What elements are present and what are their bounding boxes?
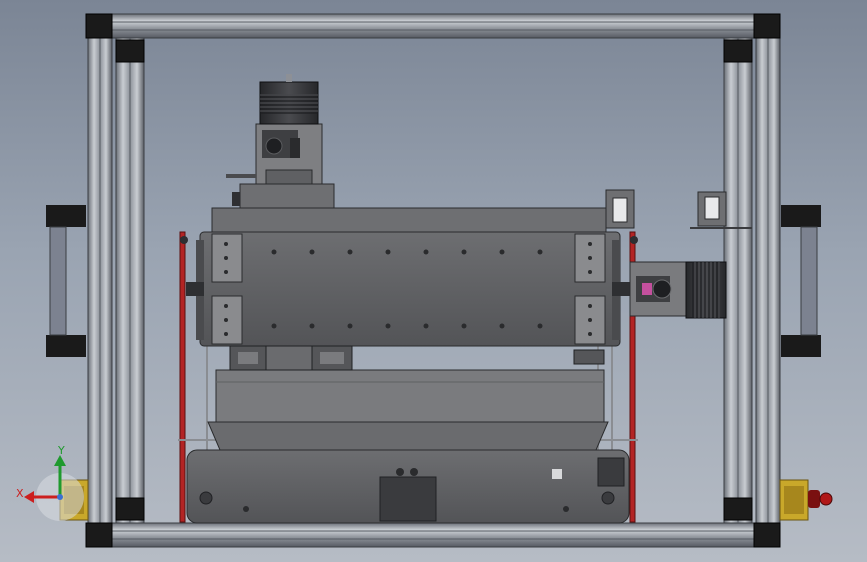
right-estop-block[interactable] [779, 479, 833, 521]
axis-y-label: Y [57, 444, 65, 457]
axis-triad-icon[interactable]: Y X [16, 444, 84, 521]
gantry-beam [180, 207, 638, 347]
cad-viewport[interactable]: Y X [0, 0, 867, 562]
work-bed [207, 369, 609, 451]
left-handle[interactable] [46, 205, 86, 357]
axis-x-label: X [16, 487, 24, 500]
x-stepper-motor [629, 261, 727, 319]
linear-bearings [229, 345, 605, 371]
cnc-assembly-drawing[interactable]: Y X [0, 0, 867, 562]
machine-base [186, 449, 630, 524]
right-handle[interactable] [781, 205, 821, 357]
z-stepper-motor [259, 74, 319, 125]
z-axis-carriage [226, 123, 335, 209]
